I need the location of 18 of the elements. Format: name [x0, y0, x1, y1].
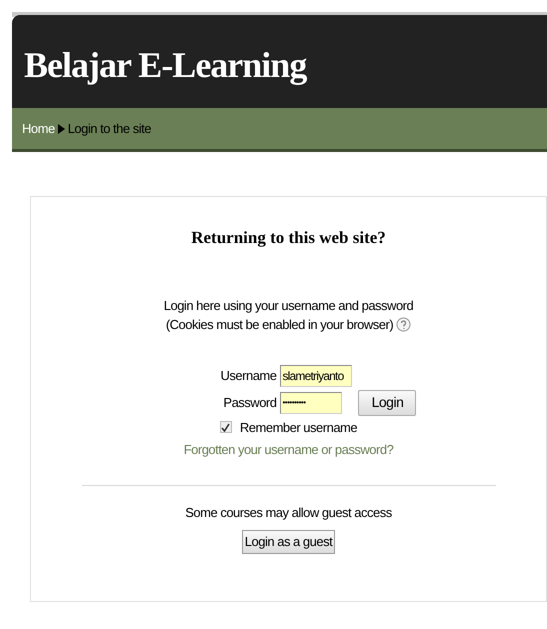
guest-note: Some courses may allow guest access: [185, 504, 392, 522]
cookies-note: (Cookies must be enabled in your browser): [166, 316, 394, 334]
username-field[interactable]: slametriyanto: [280, 364, 352, 386]
remember-checkbox[interactable]: [220, 421, 232, 434]
breadcrumb-current: Login to the site: [68, 120, 151, 138]
password-label: Password: [223, 394, 276, 412]
login-button[interactable]: Login: [358, 390, 416, 416]
username-label: Username: [220, 366, 276, 385]
login-instructions: Login here using your username and password: [164, 296, 414, 315]
breadcrumb-link[interactable]: Home: [22, 118, 55, 138]
forgot-password-link[interactable]: Forgotten your username or password?: [184, 440, 394, 460]
guest-login-button[interactable]: Login as a guest: [242, 530, 336, 554]
triangle-icon: [58, 124, 65, 134]
remember-label: Remember username: [240, 418, 358, 436]
help-icon[interactable]: [396, 317, 412, 332]
password-field[interactable]: ••••••••••: [280, 392, 342, 414]
site-title: Belajar E-Learning: [24, 44, 306, 87]
login-heading: Returning to this web site?: [191, 227, 386, 249]
